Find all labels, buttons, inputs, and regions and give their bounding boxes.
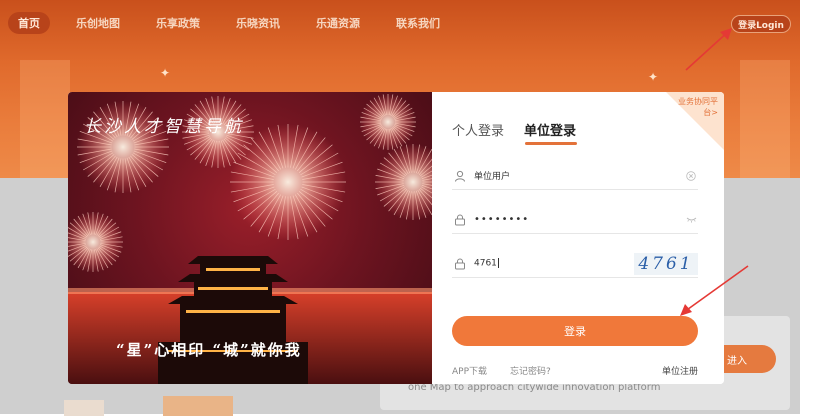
login-submit-button[interactable]: 登录 <box>452 316 698 346</box>
tab-personal-login[interactable]: 个人登录 <box>452 120 504 139</box>
decor-pillar <box>740 60 790 180</box>
active-tab-indicator <box>525 142 577 145</box>
business-platform-link[interactable]: 业务协同平台> <box>674 96 718 118</box>
password-value: •••••••• <box>474 214 530 225</box>
lock-icon <box>452 212 468 228</box>
screenshot: ✦ ✦ 首页 乐创地图 乐享政策 乐晓资讯 乐通资源 联系我们 登录Login … <box>0 0 813 420</box>
fireworks-photo: 长沙人才智慧导航 “星”心相印 “城”就你我 <box>68 92 432 384</box>
decor-block <box>64 400 104 416</box>
clear-icon[interactable] <box>684 169 698 183</box>
annotation-arrow <box>680 265 749 316</box>
login-tabs: 个人登录 单位登录 <box>452 120 596 139</box>
nav-item-home[interactable]: 首页 <box>8 12 50 34</box>
captcha-input-value: 4761 <box>474 258 634 269</box>
sparkle-icon: ✦ <box>160 66 171 80</box>
lock-icon <box>452 256 468 272</box>
top-nav: 首页 乐创地图 乐享政策 乐晓资讯 乐通资源 联系我们 <box>8 12 476 34</box>
sparkle-icon: ✦ <box>648 70 659 84</box>
nav-item-news[interactable]: 乐晓资讯 <box>236 15 280 31</box>
login-form: 业务协同平台> 个人登录 单位登录 单位用户 •••••••• 4761 476… <box>432 92 724 384</box>
decor-pillar <box>20 60 70 180</box>
user-icon <box>452 168 468 184</box>
nav-item-map[interactable]: 乐创地图 <box>76 15 120 31</box>
text-cursor <box>497 258 499 269</box>
forgot-password-link[interactable]: 忘记密码? <box>510 364 551 377</box>
annotation-arrow <box>685 28 732 71</box>
register-link[interactable]: 单位注册 <box>662 364 698 377</box>
username-field[interactable]: 单位用户 <box>452 162 698 190</box>
nav-item-resources[interactable]: 乐通资源 <box>316 15 360 31</box>
tab-company-login[interactable]: 单位登录 <box>524 120 576 139</box>
login-button[interactable]: 登录Login <box>731 15 791 33</box>
password-field[interactable]: •••••••• <box>452 206 698 234</box>
photo-caption: “星”心相印 “城”就你我 <box>116 341 302 359</box>
hide-password-icon[interactable] <box>684 213 698 227</box>
decor-block <box>163 396 233 416</box>
captcha-input-text: 4761 <box>474 258 497 269</box>
app-download-link[interactable]: APP下载 <box>452 364 487 377</box>
photo-title: 长沙人才智慧导航 <box>84 117 244 137</box>
nav-item-policy[interactable]: 乐享政策 <box>156 15 200 31</box>
nav-item-contact[interactable]: 联系我们 <box>396 15 440 31</box>
captcha-field[interactable]: 4761 4761 <box>452 250 698 278</box>
username-value: 单位用户 <box>474 172 511 182</box>
login-modal: 长沙人才智慧导航 “星”心相印 “城”就你我 业务协同平台> 个人登录 单位登录… <box>68 92 724 384</box>
